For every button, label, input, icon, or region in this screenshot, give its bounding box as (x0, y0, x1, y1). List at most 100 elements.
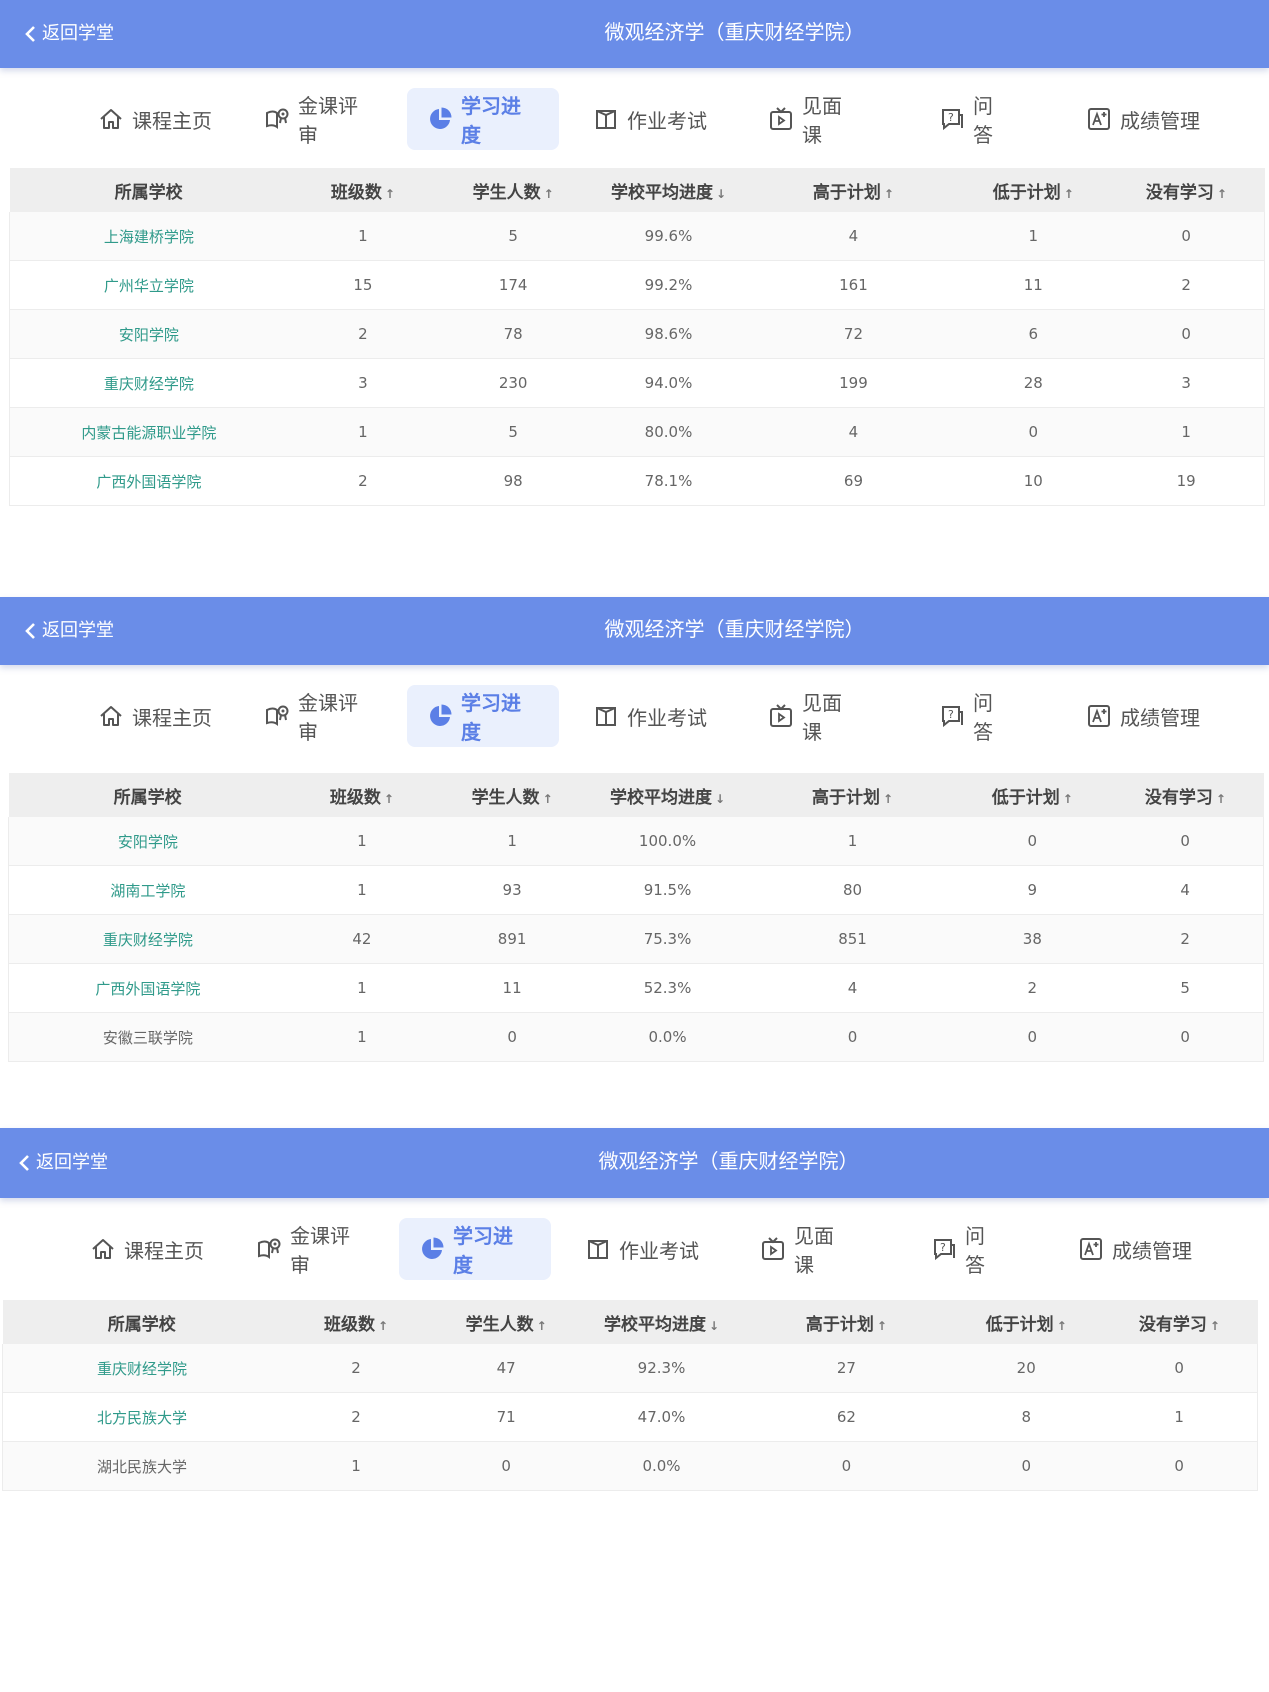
tab-5[interactable]: 见面课 (740, 1218, 860, 1280)
table-cell: 2 (287, 309, 438, 359)
sort-arrow-icon[interactable]: ↑ (537, 1319, 547, 1333)
panel-3: 返回学堂 微观经济学（重庆财经学院） 课程主页 金课评审 学习进度 作业考试 见面课? 问… (0, 1128, 1269, 1491)
table-cell: 78.1% (588, 456, 749, 506)
table-cell: 4 (748, 212, 959, 261)
tab-label: 作业考试 (627, 705, 707, 730)
sort-arrow-icon[interactable]: ↑ (1063, 792, 1073, 806)
column-header[interactable]: 所属学校 (9, 168, 288, 212)
column-header[interactable]: 学校平均进度 ↓ (588, 168, 749, 212)
tab-4[interactable]: 作业考试 (573, 685, 733, 747)
column-header[interactable]: 低于计划 ↑ (951, 1300, 1102, 1344)
tab-4[interactable]: 作业考试 (573, 88, 733, 150)
column-header[interactable]: 班级数 ↑ (286, 773, 437, 817)
tab-2[interactable]: 金课评审 (244, 88, 389, 150)
column-header[interactable]: 学校平均进度 ↓ (581, 1300, 742, 1344)
school-name-link[interactable]: 广州华立学院 (9, 260, 288, 310)
table-cell: 0 (747, 1012, 958, 1062)
school-name-link: 安徽三联学院 (8, 1012, 287, 1062)
sort-arrow-icon[interactable]: ↑ (544, 187, 554, 201)
table-cell: 0.0% (587, 1012, 748, 1062)
column-header[interactable]: 低于计划 ↑ (958, 168, 1109, 212)
sort-arrow-icon[interactable]: ↑ (884, 187, 894, 201)
column-header-label: 高于计划 (812, 182, 881, 203)
tab-3[interactable]: 学习进度 (399, 1218, 551, 1280)
column-header[interactable]: 高于计划 ↑ (747, 773, 958, 817)
table-cell: 0 (1101, 1441, 1258, 1491)
tab-6[interactable]: ? 问答 (919, 685, 1029, 747)
table-cell: 1 (287, 212, 438, 261)
table-cell: 27 (741, 1344, 952, 1393)
tab-1[interactable]: 课程主页 (78, 88, 234, 150)
table-cell: 3 (287, 358, 438, 408)
table-cell: 75.3% (587, 914, 748, 964)
column-header[interactable]: 没有学习 ↑ (1108, 168, 1265, 212)
sort-arrow-icon[interactable]: ↓ (715, 792, 725, 806)
tab-6[interactable]: ? 问答 (911, 1218, 1021, 1280)
column-header-label: 没有学习 (1145, 182, 1214, 203)
column-header[interactable]: 学校平均进度 ↓ (587, 773, 748, 817)
table-row: 上海建桥学院 1 5 99.6% 4 1 0 (9, 212, 1265, 261)
tab-7[interactable]: 成绩管理 (1066, 88, 1230, 150)
column-header[interactable]: 所属学校 (2, 1300, 281, 1344)
table-row: 重庆财经学院 2 47 92.3% 27 20 0 (2, 1344, 1258, 1393)
sort-arrow-icon[interactable]: ↑ (1210, 1319, 1220, 1333)
tab-3[interactable]: 学习进度 (407, 88, 559, 150)
school-name-link[interactable]: 重庆财经学院 (8, 914, 287, 964)
school-name-link[interactable]: 安阳学院 (9, 309, 288, 359)
column-header[interactable]: 班级数 ↑ (280, 1300, 432, 1344)
sort-arrow-icon[interactable]: ↓ (716, 187, 726, 201)
tab-2[interactable]: 金课评审 (244, 685, 389, 747)
tab-5[interactable]: 见面课 (748, 685, 868, 747)
school-name-link[interactable]: 北方民族大学 (2, 1392, 281, 1442)
sort-arrow-icon[interactable]: ↓ (709, 1319, 719, 1333)
column-header[interactable]: 高于计划 ↑ (748, 168, 959, 212)
sort-arrow-icon[interactable]: ↑ (378, 1319, 388, 1333)
column-header[interactable]: 低于计划 ↑ (957, 773, 1108, 817)
table-cell: 2 (957, 963, 1108, 1013)
sort-arrow-icon[interactable]: ↑ (1057, 1319, 1067, 1333)
sort-arrow-icon[interactable]: ↑ (543, 792, 553, 806)
tab-label: 成绩管理 (1120, 108, 1200, 133)
tab-5[interactable]: 见面课 (748, 88, 868, 150)
sort-arrow-icon[interactable]: ↑ (1217, 187, 1227, 201)
school-name-link[interactable]: 内蒙古能源职业学院 (9, 407, 288, 457)
table-row: 重庆财经学院 42 891 75.3% 851 38 2 (8, 914, 1264, 964)
tab-bar: 课程主页 金课评审 学习进度 作业考试 见面课 ? 问答 成绩管理 (0, 68, 1269, 172)
column-header[interactable]: 学生人数 ↑ (436, 773, 588, 817)
column-header[interactable]: 学生人数 ↑ (438, 168, 589, 212)
school-name-link[interactable]: 重庆财经学院 (9, 358, 288, 408)
table-cell: 99.6% (588, 212, 749, 261)
column-header[interactable]: 所属学校 (8, 773, 287, 817)
column-header[interactable]: 没有学习 ↑ (1101, 1300, 1258, 1344)
tab-3[interactable]: 学习进度 (407, 685, 559, 747)
column-header-label: 所属学校 (114, 182, 183, 203)
tab-4[interactable]: 作业考试 (565, 1218, 725, 1280)
column-header[interactable]: 班级数 ↑ (287, 168, 438, 212)
school-name-link[interactable]: 湖南工学院 (8, 865, 287, 915)
school-name-link[interactable]: 上海建桥学院 (9, 212, 288, 261)
column-header[interactable]: 没有学习 ↑ (1107, 773, 1264, 817)
tab-2[interactable]: 金课评审 (236, 1218, 381, 1280)
school-name-link[interactable]: 广西外国语学院 (8, 963, 287, 1013)
table-cell: 5 (438, 407, 589, 457)
tab-7[interactable]: 成绩管理 (1066, 685, 1230, 747)
column-header[interactable]: 高于计划 ↑ (741, 1300, 952, 1344)
school-name-link[interactable]: 广西外国语学院 (9, 456, 288, 506)
sort-arrow-icon[interactable]: ↑ (877, 1319, 887, 1333)
sort-arrow-icon[interactable]: ↑ (883, 792, 893, 806)
sort-arrow-icon[interactable]: ↑ (1064, 187, 1074, 201)
sort-arrow-icon[interactable]: ↑ (1216, 792, 1226, 806)
tab-1[interactable]: 课程主页 (78, 685, 234, 747)
school-name-link[interactable]: 重庆财经学院 (2, 1344, 281, 1393)
table-cell: 1 (286, 865, 437, 915)
school-name-link[interactable]: 安阳学院 (8, 817, 287, 866)
tab-1[interactable]: 课程主页 (70, 1218, 226, 1280)
tab-6[interactable]: ? 问答 (919, 88, 1029, 150)
column-header-label: 低于计划 (985, 1314, 1054, 1335)
sort-arrow-icon[interactable]: ↑ (384, 792, 394, 806)
column-header[interactable]: 学生人数 ↑ (431, 1300, 582, 1344)
table-cell: 28 (958, 358, 1109, 408)
table-header-row: 所属学校 班级数 ↑ 学生人数 ↑ 学校平均进度 ↓ 高于计划 ↑ 低于计划 ↑ 没有学习 ↑ (2, 1300, 1258, 1344)
tab-7[interactable]: 成绩管理 (1058, 1218, 1222, 1280)
sort-arrow-icon[interactable]: ↑ (385, 187, 395, 201)
